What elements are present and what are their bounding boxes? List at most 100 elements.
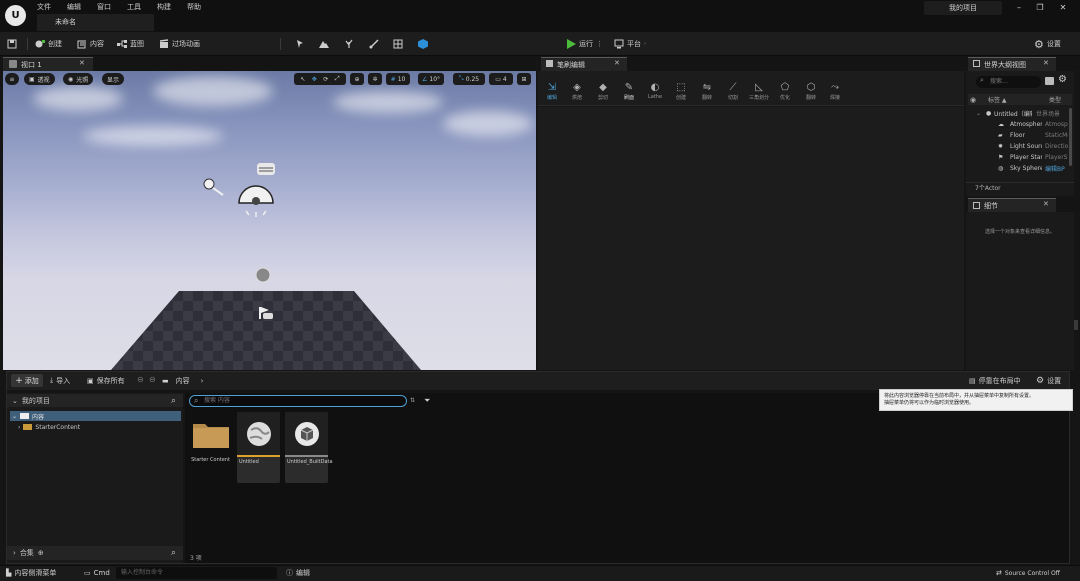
brush-tool-lathe[interactable]: ◐ Lathe (643, 82, 667, 100)
outliner-search-input[interactable]: 搜索... (976, 76, 1041, 88)
scale-icon[interactable]: ⤢ (335, 75, 340, 83)
my-project-header[interactable]: ⌄ 我的项目 ⌕ (7, 394, 183, 407)
sky-sphere-icon[interactable] (255, 267, 271, 283)
tree-item-starter-content[interactable]: › StarterContent (10, 422, 181, 432)
atmospheric-fog-icon[interactable] (257, 163, 275, 175)
breadcrumb-content[interactable]: 内容 (176, 376, 190, 386)
brush-tool-flip[interactable]: ⇋ 翻转 (695, 82, 719, 101)
viewport-layout-button[interactable]: ⊞ (517, 73, 531, 85)
filter-icon[interactable]: ⏷ (424, 396, 430, 406)
platforms-button[interactable]: 平台 › (614, 36, 646, 52)
cinematics-button[interactable]: 过场动画 (159, 36, 200, 52)
outliner-row-world[interactable]: ⌄ ● Untitled（编辑器） 世界场景 (976, 108, 1072, 119)
brush-tool-split[interactable]: ⟋ 切割 (721, 82, 745, 101)
brush-close-icon[interactable]: ✕ (614, 59, 620, 67)
menu-help[interactable]: 帮助 (187, 2, 209, 12)
unreal-logo-icon[interactable]: U (5, 5, 26, 26)
play-button[interactable]: 运行 ⋮ (566, 36, 603, 52)
minimize-icon[interactable]: – (1012, 3, 1026, 13)
settings-button[interactable]: ⚙ 设置 (1034, 36, 1061, 52)
add-button[interactable]: + 添加 (11, 374, 43, 387)
asset-untitled-builtdata[interactable]: Untitled_BuiltData (285, 412, 333, 483)
brush-tool-triangulate[interactable]: ◺ 三角划分 (747, 82, 771, 101)
brush-tool-weld[interactable]: ⤳ 焊接 (823, 82, 847, 101)
rotate-icon[interactable]: ⟳ (323, 76, 328, 83)
filter-options-icon[interactable]: ⇅ (410, 397, 415, 404)
cmd-selector[interactable]: ▭ Cmd (84, 567, 110, 579)
camera-speed-button[interactable]: ▭ 4 (489, 73, 513, 85)
coordinate-system-button[interactable]: ⊕ (350, 73, 364, 85)
tree-item-content[interactable]: ⌄ 内容 (10, 411, 181, 421)
viewport-menu-button[interactable]: ≡ (5, 73, 19, 85)
brush-tool-bevel[interactable]: ◆ 剪切 (591, 82, 615, 101)
history-forward-icon[interactable]: ⊖ (149, 375, 156, 384)
viewport-close-icon[interactable]: ✕ (79, 59, 85, 67)
brush-tool-optimize[interactable]: ⬠ 优化 (773, 82, 797, 101)
rotation-snap-button[interactable]: ∠ 10° (418, 73, 444, 85)
content-drawer-button[interactable]: ▙ 内容侧滑菜单 (6, 567, 56, 579)
dock-in-layout-button[interactable]: ▤ 停靠在布局中 (969, 374, 1021, 387)
panel-splitter[interactable] (1074, 320, 1078, 330)
outliner-row-light-source[interactable]: ✹ Light Source DirectionalLight (998, 141, 1072, 152)
blueprint-button[interactable]: 蓝图 (117, 36, 144, 52)
content-settings-button[interactable]: ⚙ 设置 (1036, 374, 1061, 387)
brush-tool-create[interactable]: ⬚ 创建 (669, 82, 693, 101)
menu-tools[interactable]: 工具 (127, 2, 149, 12)
outliner-scrollbar[interactable] (1069, 108, 1072, 166)
asset-untitled-level[interactable]: Untitled (237, 412, 280, 483)
brush-tool-extrude[interactable]: ◈ 烘焙 (565, 82, 589, 101)
chevron-right-icon[interactable]: › (201, 377, 204, 385)
visibility-eye-icon[interactable]: ◉ (970, 96, 980, 104)
import-button[interactable]: ⤓ 导入 (50, 374, 70, 387)
outliner-close-icon[interactable]: ✕ (1043, 59, 1049, 67)
maximize-icon[interactable]: ❐ (1033, 3, 1047, 13)
outliner-row-player-start[interactable]: ⚑ Player Start PlayerStart (998, 152, 1072, 163)
mesh-paint-mode-button[interactable] (369, 36, 379, 52)
scale-snap-button[interactable]: ⤡ 0.25 (453, 73, 485, 85)
select-arrow-icon[interactable]: ↖ (300, 76, 305, 83)
asset-starter-content[interactable]: Starter Content (189, 412, 232, 483)
modeling-mode-button[interactable] (393, 36, 403, 52)
level-tab[interactable]: 未命名 (37, 14, 154, 31)
brush-tool-edit[interactable]: ⇲ 编辑 (540, 82, 564, 101)
search-icon[interactable]: ⌕ (171, 548, 176, 558)
surface-snap-button[interactable]: ✲ (368, 73, 382, 85)
console-command-input[interactable]: 输入控制台命令 (116, 567, 277, 579)
menu-file[interactable]: 文件 (37, 2, 59, 12)
outliner-col-type[interactable]: 类型 (1043, 95, 1061, 104)
lit-button[interactable]: ◉ 光照 (63, 73, 94, 85)
outliner-col-label[interactable]: 标签 ▲ (980, 95, 1043, 104)
create-button[interactable]: 创建 (35, 36, 62, 52)
fracture-mode-button[interactable] (418, 36, 428, 52)
show-button[interactable]: 显示 (102, 73, 125, 85)
outliner-row-atmospheric-fog[interactable]: ☁ Atmospheric Fog AtmosphericFog (998, 119, 1072, 130)
level-viewport[interactable] (3, 71, 536, 370)
folder-add-icon[interactable] (1045, 77, 1054, 85)
asset-search-input[interactable]: 搜索 内容 (189, 395, 407, 407)
landscape-mode-button[interactable] (319, 36, 329, 52)
details-close-icon[interactable]: ✕ (1043, 200, 1049, 208)
collections-header[interactable]: › 合集 ⊕ ⌕ (7, 546, 183, 560)
source-control-button[interactable]: ⇄ Source Control Off (996, 567, 1060, 579)
translate-icon[interactable]: ✥ (312, 76, 317, 83)
derived-data-button[interactable]: ⓘ 编辑 (286, 567, 310, 579)
foliage-mode-button[interactable] (344, 36, 354, 52)
outliner-settings-gear-icon[interactable]: ⚙ (1058, 74, 1067, 85)
play-options-icon[interactable]: ⋮ (596, 40, 603, 48)
brush-tool-pen[interactable]: ✎ 刷面 (617, 82, 641, 101)
history-back-icon[interactable]: ⊖ (137, 375, 144, 384)
content-button[interactable]: 内容 (77, 36, 104, 52)
floor-mesh[interactable] (3, 71, 536, 370)
outliner-row-floor[interactable]: ▰ Floor StaticMeshActor (998, 130, 1072, 141)
menu-edit[interactable]: 编辑 (67, 2, 89, 12)
directional-light-icon[interactable] (203, 178, 224, 196)
save-level-button[interactable] (7, 36, 17, 52)
close-icon[interactable]: ✕ (1056, 3, 1070, 13)
perspective-button[interactable]: ▣ 透视 (24, 73, 55, 85)
save-all-button[interactable]: ▣ 保存所有 (87, 374, 125, 387)
search-icon[interactable]: ⌕ (171, 396, 176, 406)
skylight-icon[interactable] (238, 185, 274, 217)
grid-snap-button[interactable]: #10 (386, 73, 410, 85)
outliner-row-sky-sphere[interactable]: ◍ Sky Sphere 编辑BP (998, 163, 1072, 174)
menu-build[interactable]: 构建 (157, 2, 179, 12)
